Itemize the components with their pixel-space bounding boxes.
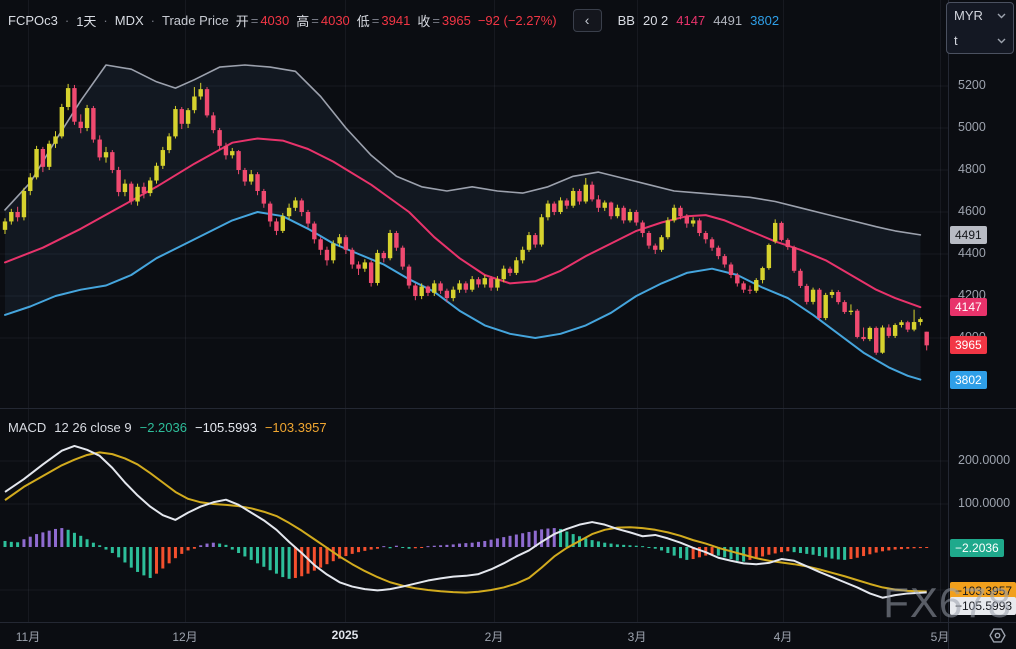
macd-signal-value: −103.3957 — [264, 420, 327, 435]
time-axis-label-11月: 11月 — [15, 630, 41, 644]
interval-label[interactable]: 1天 — [76, 11, 96, 30]
chevron-down-icon — [997, 13, 1006, 18]
chart-canvas[interactable] — [0, 0, 948, 622]
bb-lower-value: 3802 — [750, 12, 780, 28]
exchange-label: MDX — [114, 12, 144, 28]
time-axis-label-4月: 4月 — [773, 630, 793, 644]
macd-name: MACD — [8, 420, 47, 435]
price-badge-4147: 4147 — [950, 298, 987, 317]
bb-indicator-row[interactable]: BB 20 2 4147 4491 3802 — [618, 13, 779, 28]
time-axis-label-5月: 5月 — [930, 630, 950, 644]
price-tick-5200: 5200 — [958, 78, 986, 92]
high-value: 高 = 4030 — [296, 12, 350, 29]
collapse-back-button[interactable]: ‹ — [572, 8, 602, 32]
close-value: 收 = 3965 — [417, 12, 471, 29]
macd-indicator-row[interactable]: MACD 12 26 close 9 −2.2036 −105.5993 −10… — [8, 420, 327, 435]
price-badge-4491: 4491 — [950, 225, 987, 244]
separator-dot: · — [103, 12, 108, 28]
price-axis[interactable]: 5200500048004600440042004000200.0000100.… — [948, 0, 1016, 649]
unit-value: t — [954, 33, 958, 48]
macd-line-value: −105.5993 — [194, 420, 257, 435]
chevron-left-icon: ‹ — [584, 12, 590, 28]
chart-settings-gear-icon[interactable] — [989, 627, 1006, 644]
change-value: −92 (−2.27%) — [477, 12, 557, 28]
macd-badge: −105.5993 — [950, 597, 1016, 616]
chevron-down-icon — [997, 38, 1006, 43]
price-tick-5000: 5000 — [958, 120, 986, 134]
time-axis-label-12月: 12月 — [172, 630, 198, 644]
macd-hist-value: −2.2036 — [139, 420, 187, 435]
bb-basis-value: 4147 — [676, 12, 706, 28]
bb-upper-value: 4491 — [713, 12, 743, 28]
scale-settings-box: MYR t — [946, 2, 1014, 54]
trading-chart-window: FCPOc3 · 1天 · MDX · Trade Price 开 = 4030 高… — [0, 0, 1016, 649]
price-type-label: Trade Price — [162, 12, 229, 28]
time-axis-label-2月: 2月 — [484, 630, 504, 644]
macd-params: 12 26 close 9 — [54, 420, 132, 435]
separator-dot: · — [64, 12, 70, 28]
macd-badge: −2.2036 — [950, 538, 1004, 557]
bb-params: 20 2 — [642, 12, 669, 28]
macd-tick-100: 100.0000 — [958, 496, 1011, 510]
price-badge-3802: 3802 — [950, 370, 987, 389]
price-tick-4400: 4400 — [958, 246, 986, 260]
price-tick-4800: 4800 — [958, 162, 986, 176]
symbol-header: FCPOc3 · 1天 · MDX · Trade Price 开 = 4030 高… — [8, 8, 779, 32]
price-badge-3965: 3965 — [950, 336, 987, 355]
open-value: 开 = 4030 — [235, 12, 290, 29]
time-axis-label-3月: 3月 — [627, 630, 647, 644]
symbol-name[interactable]: FCPOc3 — [8, 13, 58, 28]
time-axis-label-2025: 2025 — [331, 628, 359, 642]
low-value: 低 = 3941 — [356, 12, 411, 29]
panel-divider[interactable] — [0, 408, 1016, 409]
currency-dropdown[interactable]: MYR — [947, 3, 1013, 28]
separator-dot: · — [150, 12, 155, 28]
price-tick-4600: 4600 — [958, 204, 986, 218]
time-axis[interactable]: 11月 12月 2025 2月 3月 4月 5月 — [0, 622, 1016, 649]
macd-tick-200: 200.0000 — [958, 453, 1011, 467]
currency-value: MYR — [954, 8, 983, 23]
unit-dropdown[interactable]: t — [947, 28, 1013, 53]
bb-name: BB — [617, 12, 635, 28]
